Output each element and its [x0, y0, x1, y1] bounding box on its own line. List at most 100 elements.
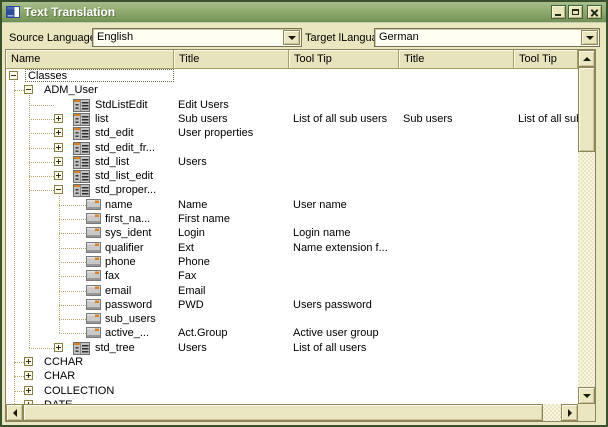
expander-minus-icon[interactable]	[54, 185, 63, 194]
column-header[interactable]: Title	[174, 50, 289, 68]
tree-item-label[interactable]: email	[105, 284, 131, 298]
form-icon	[73, 156, 90, 169]
tree-title-cell: Ext	[178, 241, 293, 255]
tree-tooltip-cell: Users password	[293, 298, 403, 312]
tree-name-cell: sub_users	[6, 312, 174, 326]
target-language-combobox[interactable]: German	[374, 28, 600, 47]
field-icon	[86, 270, 101, 283]
form-icon	[73, 142, 90, 155]
field-icon	[86, 256, 101, 269]
tree-name-cell: StdListEdit	[6, 98, 174, 112]
tree-item-label[interactable]: password	[105, 298, 152, 312]
tree-item-label[interactable]: phone	[105, 255, 136, 269]
column-header[interactable]: Tool Tip	[514, 50, 578, 68]
tree-item-label[interactable]: qualifier	[105, 241, 144, 255]
horizontal-scrollbar[interactable]	[6, 404, 578, 421]
expander-plus-icon[interactable]	[24, 386, 33, 395]
expander-minus-icon[interactable]	[9, 71, 18, 80]
tree-item-label[interactable]: Classes	[28, 69, 67, 83]
tree-connector	[29, 133, 54, 134]
tree-title-cell: Fax	[178, 269, 293, 283]
tree-name-cell: std_edit_fr...	[6, 141, 174, 155]
close-button[interactable]	[587, 5, 602, 19]
tree-item-label[interactable]: CCHAR	[44, 355, 83, 369]
source-language-combobox[interactable]: English	[92, 28, 302, 47]
form-icon	[73, 184, 90, 197]
title-bar[interactable]: Text Translation	[2, 2, 606, 23]
tree-item-label[interactable]: first_na...	[105, 212, 150, 226]
field-icon	[86, 299, 101, 312]
tree-name-cell: name	[6, 198, 174, 212]
tree-connector	[59, 319, 86, 320]
tree-item-label[interactable]: std_edit	[95, 126, 134, 140]
column-header[interactable]: Tool Tip	[289, 50, 399, 68]
column-header[interactable]: Title	[399, 50, 514, 68]
tree-item-label[interactable]: COLLECTION	[44, 384, 114, 398]
horizontal-scroll-thumb[interactable]	[23, 404, 543, 421]
tree-row: ADM_User	[6, 83, 578, 97]
tree-connector	[14, 376, 24, 377]
arrow-right-icon	[568, 409, 572, 417]
tree-tooltip-cell: Name extension f...	[293, 241, 403, 255]
tree-item-label[interactable]: CHAR	[44, 369, 75, 383]
expander-plus-icon[interactable]	[54, 157, 63, 166]
field-icon	[86, 242, 101, 255]
expander-plus-icon[interactable]	[54, 343, 63, 352]
tree-item-label[interactable]: sys_ident	[105, 226, 151, 240]
tree-item-label[interactable]: list	[95, 112, 108, 126]
expander-plus-icon[interactable]	[54, 143, 63, 152]
column-header[interactable]: Name	[6, 50, 174, 68]
target-language-dropdown-button[interactable]	[581, 30, 598, 45]
tree-connector	[29, 148, 54, 149]
tree-row: CHAR	[6, 369, 578, 383]
tree-connector	[14, 391, 24, 392]
vertical-scrollbar[interactable]	[578, 50, 595, 404]
tree-item-label[interactable]: std_tree	[95, 341, 135, 355]
tree-item-label[interactable]: std_edit_fr...	[95, 141, 155, 155]
tree-connector	[59, 219, 86, 220]
tree-row: qualifier ExtName extension f...	[6, 241, 578, 255]
expander-plus-icon[interactable]	[54, 171, 63, 180]
expander-plus-icon[interactable]	[24, 371, 33, 380]
scroll-up-button[interactable]	[578, 50, 595, 67]
tree-item-label[interactable]: std_list	[95, 155, 129, 169]
translation-tree[interactable]: ClassesADM_UserStdListEditEdit Userslist…	[6, 69, 578, 404]
scroll-right-button[interactable]	[561, 404, 578, 421]
form-icon	[73, 342, 90, 355]
source-language-dropdown-button[interactable]	[283, 30, 300, 45]
tree-item-label[interactable]: name	[105, 198, 133, 212]
tree-row: sub_users	[6, 312, 578, 326]
tree-item-label[interactable]: ADM_User	[44, 83, 98, 97]
minimize-button[interactable]	[551, 5, 566, 19]
tree-title-cell: Users	[178, 155, 293, 169]
tree-connector	[59, 205, 86, 206]
tree-row: std_proper...	[6, 183, 578, 197]
scroll-down-button[interactable]	[578, 387, 595, 404]
tree-name-cell: CHAR	[6, 369, 174, 383]
tree-item-label[interactable]: sub_users	[105, 312, 156, 326]
tree-name-cell: std_list_edit	[6, 169, 174, 183]
expander-minus-icon[interactable]	[24, 85, 33, 94]
scroll-left-button[interactable]	[6, 404, 23, 421]
tree-item-label[interactable]: active_...	[105, 326, 149, 340]
tree-item-label[interactable]: fax	[105, 269, 120, 283]
tree-title-cell: First name	[178, 212, 293, 226]
tree-item-label[interactable]: std_list_edit	[95, 169, 153, 183]
window-title: Text Translation	[24, 5, 115, 19]
maximize-button[interactable]	[568, 5, 583, 19]
tree-item-label[interactable]: StdListEdit	[95, 98, 148, 112]
expander-plus-icon[interactable]	[54, 128, 63, 137]
tree-name-cell: std_tree	[6, 341, 174, 355]
tree-title-cell: Users	[178, 341, 293, 355]
expander-plus-icon[interactable]	[24, 357, 33, 366]
tree-row: StdListEditEdit Users	[6, 98, 578, 112]
tree-row: CCHAR	[6, 355, 578, 369]
tree-item-label[interactable]: std_proper...	[95, 183, 156, 197]
tree-connector	[29, 190, 54, 191]
chevron-down-icon	[288, 36, 296, 40]
expander-plus-icon[interactable]	[54, 114, 63, 123]
arrow-down-icon	[583, 394, 591, 398]
tree-row: fax Fax	[6, 269, 578, 283]
vertical-scroll-thumb[interactable]	[578, 67, 595, 152]
field-icon	[86, 285, 101, 298]
